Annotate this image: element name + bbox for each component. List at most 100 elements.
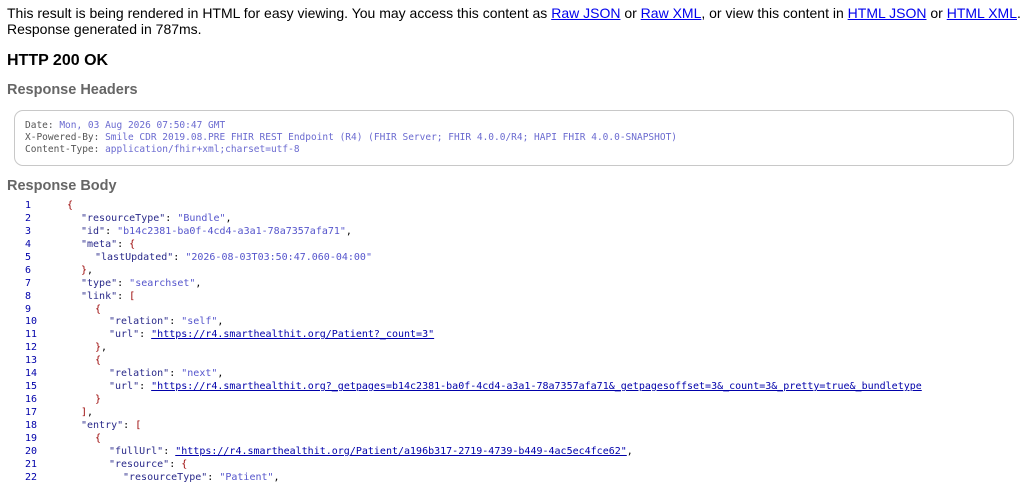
line-number: 8 <box>25 290 32 302</box>
json-punctuation: , <box>345 225 352 237</box>
json-key: "relation" <box>109 316 170 328</box>
json-key: "resourceType" <box>123 471 208 483</box>
code-text: "meta": { <box>67 239 135 252</box>
json-bracket: { <box>67 200 74 211</box>
json-bracket: [ <box>135 419 142 431</box>
json-bracket: { <box>95 355 102 367</box>
code-text: { <box>67 304 101 317</box>
json-key: "id" <box>81 225 106 237</box>
header-value: Mon, 03 Aug 2026 07:50:47 GMT <box>59 120 226 131</box>
line-number: 7 <box>25 277 32 289</box>
header-date: Date: Mon, 03 Aug 2026 07:50:47 GMT <box>25 120 1003 132</box>
json-string: "2026-08-03T03:50:47.060-04:00" <box>185 251 372 263</box>
json-url-link[interactable]: "https://r4.smarthealthit.org?_getpages=… <box>151 381 922 392</box>
code-text: "link": [ <box>67 291 135 304</box>
json-punctuation: , <box>273 471 280 483</box>
line-number: 15 <box>25 381 38 393</box>
line-number: 21 <box>25 458 38 470</box>
line-number: 6 <box>25 264 32 276</box>
json-bracket: { <box>95 432 102 444</box>
line-number: 20 <box>25 445 38 457</box>
response-time: Response generated in 787ms. <box>7 21 202 37</box>
code-text: { <box>67 355 101 368</box>
json-key: "fullUrl" <box>109 445 164 457</box>
header-content-type: Content-Type: application/fhir+xml;chars… <box>25 144 1003 156</box>
line-number: 12 <box>25 342 38 354</box>
code-text: "resourceType": "Patient", <box>67 472 280 485</box>
json-url-link[interactable]: "https://r4.smarthealthit.org/Patient?_c… <box>151 329 434 340</box>
json-punctuation: , <box>217 316 224 328</box>
html-json-link[interactable]: HTML JSON <box>848 5 927 21</box>
json-bracket: { <box>129 238 136 250</box>
intro-text: This result is being rendered in HTML fo… <box>7 5 1021 37</box>
code-text: "relation": "next", <box>67 368 223 381</box>
line-number: 10 <box>25 316 38 328</box>
json-punctuation: , <box>225 212 232 224</box>
json-key: "entry" <box>81 419 124 431</box>
line-number: 11 <box>25 329 38 341</box>
code-text: "fullUrl": "https://r4.smarthealthit.org… <box>67 446 633 459</box>
json-key: "url" <box>109 329 140 341</box>
code-text: "url": "https://r4.smarthealthit.org/Pat… <box>67 329 434 342</box>
json-key: "url" <box>109 381 140 393</box>
header-name: Date: <box>25 120 60 131</box>
json-punctuation: : <box>163 445 176 457</box>
json-bracket: { <box>181 458 188 470</box>
intro-prefix: This result is being rendered in HTML fo… <box>7 5 552 21</box>
raw-json-link[interactable]: Raw JSON <box>551 5 620 21</box>
code-text: "url": "https://r4.smarthealthit.org?_ge… <box>67 381 922 394</box>
line-number: 1 <box>25 200 32 211</box>
intro-or-1: or <box>620 5 641 21</box>
code-text: "lastUpdated": "2026-08-03T03:50:47.060-… <box>67 252 372 265</box>
json-punctuation: : <box>173 251 186 263</box>
json-punctuation: , <box>217 368 224 380</box>
json-punctuation: : <box>117 277 130 289</box>
json-key: "lastUpdated" <box>95 251 174 263</box>
code-text: "type": "searchset", <box>67 278 201 291</box>
json-punctuation: : <box>117 290 130 302</box>
json-bracket: { <box>95 303 102 315</box>
json-key: "resourceType" <box>81 212 166 224</box>
html-xml-link[interactable]: HTML XML <box>947 5 1017 21</box>
json-punctuation: , <box>195 277 202 289</box>
line-number: 4 <box>25 238 32 250</box>
json-punctuation: : <box>139 329 152 341</box>
intro-suffix: . <box>1017 5 1021 21</box>
json-key: "resource" <box>109 458 170 470</box>
json-punctuation: : <box>165 212 178 224</box>
code-text: }, <box>67 265 93 278</box>
json-punctuation: : <box>169 316 182 328</box>
json-url-link[interactable]: "https://r4.smarthealthit.org/Patient/a1… <box>175 446 627 457</box>
line-number: 5 <box>25 251 32 263</box>
json-punctuation: : <box>117 238 130 250</box>
json-bracket: [ <box>129 290 136 302</box>
code-text: } <box>67 394 101 407</box>
json-punctuation: : <box>105 225 118 237</box>
json-punctuation: , <box>101 342 108 354</box>
code-text: "id": "b14c2381-ba0f-4cd4-a3a1-78a7357af… <box>67 226 352 239</box>
line-number: 14 <box>25 368 38 380</box>
json-punctuation: : <box>207 471 220 483</box>
code-text: "entry": [ <box>67 420 141 433</box>
code-text: { <box>67 433 101 446</box>
json-key: "type" <box>81 277 118 289</box>
json-punctuation: , <box>626 445 633 457</box>
code-text: "resource": { <box>67 459 187 472</box>
line-number: 22 <box>25 471 38 483</box>
line-number: 2 <box>25 212 32 224</box>
json-punctuation: , <box>87 407 94 418</box>
json-bracket: } <box>95 394 102 406</box>
raw-xml-link[interactable]: Raw XML <box>641 5 702 21</box>
json-string: "self" <box>181 316 218 328</box>
intro-or-2: or <box>926 5 947 21</box>
json-punctuation: , <box>87 264 94 276</box>
intro-middle: , or view this content in <box>701 5 848 21</box>
header-value: application/fhir+xml;charset=utf-8 <box>105 144 300 155</box>
json-string: "Patient" <box>219 471 274 483</box>
line-number: 13 <box>25 355 38 367</box>
line-number: 3 <box>25 225 32 237</box>
code-text: { <box>67 200 73 213</box>
line-number: 16 <box>25 394 38 406</box>
json-string: "Bundle" <box>177 212 226 224</box>
json-punctuation: : <box>123 419 136 431</box>
